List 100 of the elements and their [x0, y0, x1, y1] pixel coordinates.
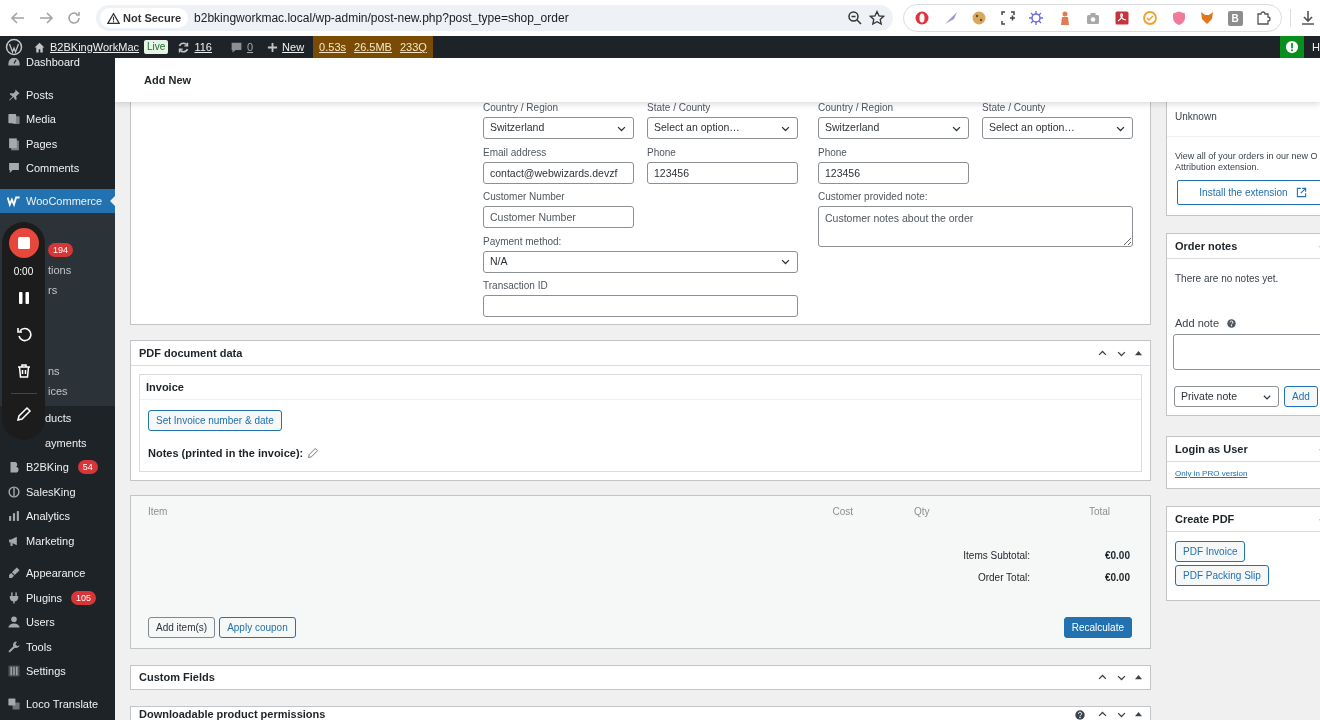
note-field[interactable]	[1173, 333, 1320, 370]
pencil-button[interactable]	[15, 406, 32, 422]
submenu-item[interactable]: ns	[48, 361, 60, 381]
count-badge: 54	[77, 460, 98, 475]
column-header: Cost	[832, 506, 853, 517]
text-field[interactable]: contact@webwizards.devzf	[483, 161, 634, 184]
sidebar-item[interactable]: ayments	[0, 430, 115, 455]
field-label: State / County	[647, 102, 712, 114]
apply-coupon-button[interactable]: Apply coupon	[219, 617, 296, 638]
stop-icon	[17, 237, 30, 249]
sidebar-item[interactable]: Settings	[0, 659, 115, 684]
sidebar-item[interactable]: Marketing	[0, 528, 115, 553]
media-icon	[7, 112, 21, 127]
sidebar-item[interactable]: B2BKing 54	[0, 455, 115, 480]
trash-button[interactable]	[15, 363, 32, 379]
starburst-icon[interactable]	[1028, 10, 1044, 26]
sidebar-item[interactable]: Comments	[0, 156, 115, 181]
dropdown[interactable]: N/A	[483, 250, 798, 273]
dropdown[interactable]: Switzerland	[818, 117, 969, 139]
dropdown[interactable]: Select an option…	[647, 117, 798, 139]
submenu-item[interactable]: rs	[48, 280, 58, 300]
help-icon[interactable]	[1227, 318, 1237, 328]
field-label: Transaction ID	[483, 280, 549, 292]
total-label: Items Subtotal:	[963, 548, 1030, 563]
sidebar-item[interactable]: Tools	[0, 634, 115, 659]
document-icon[interactable]	[1113, 10, 1130, 26]
text-field[interactable]: 123456	[647, 161, 798, 184]
collapse-icon[interactable]	[1135, 674, 1142, 681]
collapse-icon[interactable]	[1135, 711, 1142, 718]
sidebar-item[interactable]: Loco Translate	[0, 691, 115, 716]
sidebar-item[interactable]: Analytics	[0, 504, 115, 529]
field-label: Country / Region	[818, 102, 895, 114]
download-icon[interactable]	[1299, 9, 1317, 27]
star-icon[interactable]	[869, 10, 885, 26]
restart-icon	[15, 326, 32, 342]
sidebar-item[interactable]: Appearance	[0, 561, 115, 586]
user-icon	[7, 615, 21, 630]
sidebar-item[interactable]: ducts	[0, 406, 115, 431]
panel-title: Login as User	[1175, 441, 1248, 457]
sidebar-item[interactable]: SalesKing	[0, 479, 115, 504]
shield-icon[interactable]	[1170, 10, 1187, 26]
text-field[interactable]	[483, 295, 798, 317]
field-label: Customer Number	[483, 191, 566, 203]
card-title: Invoice	[140, 375, 1141, 400]
pencil-icon[interactable]	[307, 447, 320, 460]
sidebar-item[interactable]: Pages	[0, 131, 115, 156]
dropdown[interactable]: Switzerland	[483, 117, 634, 139]
add-items-button[interactable]: Add item(s)	[148, 617, 216, 638]
dropdown[interactable]: Private note	[1174, 386, 1279, 407]
recalculate-button[interactable]: Recalculate	[1063, 617, 1132, 638]
text-field[interactable]: 123456	[818, 161, 969, 184]
pdf-button[interactable]: PDF Packing Slip	[1175, 565, 1269, 586]
sidebar-item[interactable]: Users	[0, 610, 115, 635]
panel-title: Order notes	[1175, 238, 1238, 254]
restart-button[interactable]	[15, 326, 32, 342]
field-label: Phone	[818, 146, 848, 159]
install-extension-button[interactable]: Install the extension	[1177, 180, 1320, 205]
submenu-item[interactable]: ices	[48, 381, 68, 401]
stop-button[interactable]	[8, 228, 39, 258]
note-field[interactable]: Customer notes about the order	[818, 206, 1133, 247]
plus-icon	[267, 41, 279, 53]
environment-badge: Live	[144, 40, 169, 54]
screenshot-icon[interactable]	[999, 10, 1016, 26]
fox-icon[interactable]	[1199, 10, 1215, 26]
query-stats[interactable]: 0.53s 26.5MB 233Q	[313, 36, 433, 58]
cookie-icon[interactable]	[971, 10, 987, 26]
zoom-out-icon[interactable]	[847, 10, 863, 26]
collapse-icon[interactable]	[1135, 349, 1142, 357]
site-link[interactable]: B2BKingWorkMac	[28, 36, 145, 58]
sidebar-item[interactable]: Media	[0, 107, 115, 132]
submenu-item[interactable]: tions	[48, 260, 72, 280]
set-invoice-button[interactable]: Set Invoice number & date	[148, 410, 282, 431]
pro-link[interactable]: Only in PRO version	[1167, 468, 1256, 480]
puzzle-icon[interactable]	[1255, 10, 1271, 26]
ring-icon[interactable]	[914, 10, 930, 26]
text-field[interactable]: Customer Number	[483, 206, 634, 228]
external-link-icon	[1295, 187, 1307, 198]
sidebar-item[interactable]: Posts	[0, 82, 115, 107]
address-bar[interactable]: Not Secure b2bkingworkmac.local/wp-admin/post-new.php?post_type=shop_order	[96, 5, 893, 31]
home-icon	[33, 40, 46, 54]
count-badge: 105	[71, 590, 97, 605]
bar-chart-icon	[7, 509, 21, 524]
security-chip[interactable]: Not Secure	[100, 8, 189, 28]
url-text: b2bkingworkmac.local/wp-admin/post-new.php?post_type=shop_order	[194, 10, 570, 27]
sidebar-item[interactable]: Plugins 105	[0, 585, 115, 610]
total-label: Order Total:	[977, 570, 1030, 585]
status-indicator[interactable]	[1280, 36, 1305, 58]
comments-link[interactable]: 0	[224, 36, 259, 58]
pdf-button[interactable]: PDF Invoice	[1175, 541, 1246, 562]
sidebar-item[interactable]: Dashboard	[0, 58, 115, 75]
alert-icon	[1285, 40, 1300, 54]
help-icon[interactable]	[1075, 709, 1085, 720]
updates-link[interactable]: 116	[172, 36, 217, 58]
add-note-button[interactable]: Add	[1284, 386, 1318, 407]
stat-text: 26.5MB	[354, 39, 392, 55]
dropdown[interactable]: Select an option…	[982, 117, 1133, 139]
total-value: €0.00	[1104, 549, 1130, 561]
field-label: Phone	[647, 146, 677, 159]
sidebar-item[interactable]: WooCommerce	[0, 188, 115, 213]
new-link[interactable]: New	[262, 36, 310, 58]
